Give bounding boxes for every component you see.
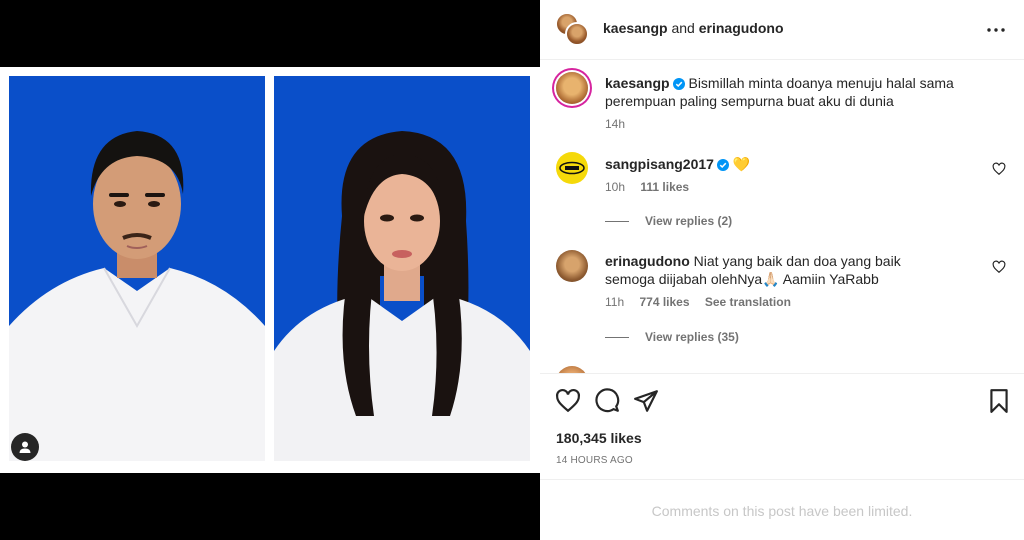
comment-body: erinagudono Niat yang baik dan doa yang … <box>605 252 950 288</box>
comment-username[interactable]: erinagudono <box>605 253 690 269</box>
heart-icon[interactable] <box>992 162 1006 176</box>
post-header: kaesangp and erinagudono <box>540 0 1024 60</box>
comment-meta: 11h 774 likes See translation <box>605 295 803 309</box>
avatar[interactable] <box>556 152 588 184</box>
view-replies-label: View replies (2) <box>645 214 733 228</box>
bookmark-icon[interactable] <box>986 388 1012 414</box>
post-actions: 180,345 likes 14 HOURS AGO Comments on t… <box>540 373 1024 540</box>
comments-section[interactable]: kaesangp Bismillah minta doanya menuju h… <box>540 60 1024 373</box>
replies-divider <box>605 220 629 222</box>
comment-partial <box>556 366 1006 373</box>
caption: kaesangp Bismillah minta doanya menuju h… <box>556 72 1006 142</box>
avatar[interactable] <box>556 250 588 282</box>
likes-count[interactable]: 180,345 likes <box>556 430 642 446</box>
tag-user-icon <box>19 441 31 453</box>
collab-avatars[interactable] <box>555 12 591 48</box>
see-translation-link[interactable]: See translation <box>705 295 791 309</box>
comment-username[interactable]: sangpisang2017 <box>605 156 714 172</box>
post-time[interactable]: 14 HOURS AGO <box>556 455 633 466</box>
more-icon <box>987 28 1005 32</box>
tag-user-button[interactable] <box>11 433 39 461</box>
header-and: and <box>671 20 695 36</box>
heart-icon[interactable] <box>555 388 581 414</box>
view-replies-label: View replies (35) <box>645 330 739 344</box>
caption-time: 14h <box>605 117 626 131</box>
comment-likes[interactable]: 111 likes <box>640 180 689 194</box>
comment-sangpisang2017: sangpisang2017 💛 10h 111 likes View repl… <box>556 152 1006 232</box>
comment-body: sangpisang2017 💛 <box>605 155 945 173</box>
verified-icon <box>716 159 729 171</box>
view-replies-button[interactable]: View replies (2) <box>605 214 732 228</box>
comment-likes[interactable]: 774 likes <box>639 295 689 309</box>
post-panel: kaesangp and erinagudono kaesangp Bismil… <box>540 0 1024 540</box>
comment-time: 11h <box>605 295 625 309</box>
comment-time: 10h <box>605 180 626 194</box>
avatar[interactable] <box>556 72 588 104</box>
comment-meta: 10h 111 likes <box>605 180 701 194</box>
caption-meta: 14h <box>605 117 637 131</box>
media-frame <box>0 67 540 473</box>
header-user-erinagudono[interactable]: erinagudono <box>699 20 784 36</box>
comments-limited-notice: Comments on this post have been limited. <box>540 479 1024 540</box>
share-icon[interactable] <box>633 388 659 414</box>
header-user-kaesangp[interactable]: kaesangp <box>603 20 668 36</box>
logo-icon <box>559 161 585 175</box>
comment-text: 💛 <box>732 156 751 172</box>
caption-body: kaesangp Bismillah minta doanya menuju h… <box>605 74 955 110</box>
replies-divider <box>605 336 629 338</box>
more-options-button[interactable] <box>984 18 1008 42</box>
photo-man <box>9 76 265 461</box>
verified-icon <box>672 78 685 90</box>
comment-erinagudono: erinagudono Niat yang baik dan doa yang … <box>556 250 1006 350</box>
heart-icon[interactable] <box>992 260 1006 274</box>
caption-username[interactable]: kaesangp <box>605 75 670 91</box>
collab-names: kaesangp and erinagudono <box>603 20 784 36</box>
comment-icon[interactable] <box>594 388 620 414</box>
post-media <box>0 0 540 540</box>
avatar[interactable] <box>556 366 588 373</box>
view-replies-button[interactable]: View replies (35) <box>605 330 739 344</box>
photo-woman <box>274 76 530 461</box>
avatar <box>565 22 589 46</box>
